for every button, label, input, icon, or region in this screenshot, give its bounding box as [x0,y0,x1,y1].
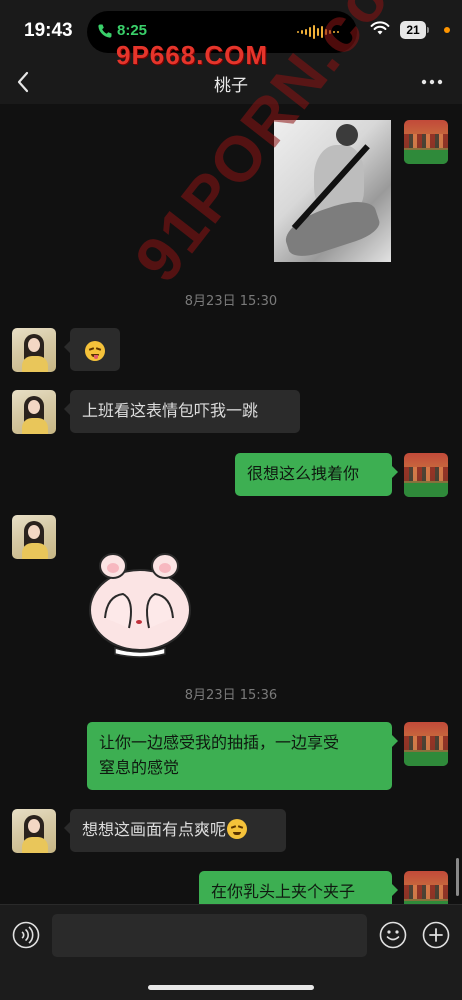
avatar-peer[interactable] [12,390,56,434]
message-text: 想想这画面有点爽呢 [82,820,227,839]
message-timestamp: 8月23日 15:36 [184,688,278,703]
privacy-indicator-dot [444,27,450,33]
avatar-crowd [404,134,448,148]
avatar-crowd [404,736,448,750]
phone-icon [98,24,112,38]
call-duration: 8:25 [117,22,148,39]
avatar-peer[interactable] [12,809,56,853]
avatar-grass [404,752,448,766]
message-input[interactable] [52,914,367,957]
home-indicator[interactable] [148,985,314,990]
bear-covering-face-sticker[interactable] [85,548,195,658]
drooling-face-emoji [85,341,105,361]
message-bubble-peer[interactable]: 想想这画面有点爽呢 [64,809,286,852]
chat-title: 桃子 [214,76,248,96]
avatar-peer[interactable] [12,515,56,559]
avatar-face [28,525,40,539]
message-bubble-peer[interactable]: 上班看这表情包吓我一跳 [64,390,300,433]
message-bubble-me[interactable]: 让你一边感受我的抽插，一边享受 窒息的感觉 [87,722,398,790]
avatar-me[interactable] [404,120,448,164]
plus-icon[interactable] [422,921,450,949]
message-line: 窒息的感觉 [99,758,180,777]
avatar-body [22,356,48,372]
chat-input-bar [0,904,462,1000]
avatar-grass [404,150,448,164]
message-bubble-peer[interactable] [64,328,120,371]
avatar-body [22,837,48,853]
avatar-peer[interactable] [12,328,56,372]
battery-indicator: 21 [400,21,426,39]
avatar-me[interactable] [404,453,448,497]
photo-hair [336,124,358,146]
watermark-text-top: 9P668.COM [116,40,269,70]
avatar-face [28,338,40,352]
battery-tip [427,27,429,33]
avatar-crowd [404,885,448,899]
avatar-me[interactable] [404,722,448,766]
flushed-face-emoji [227,819,248,839]
avatar-body [22,418,48,434]
more-options-icon[interactable] [420,72,444,92]
avatar-face [28,400,40,414]
status-time: 19:43 [24,20,73,41]
avatar-face [28,819,40,833]
avatar-crowd [404,467,448,481]
message-timestamp: 8月23日 15:30 [184,294,278,309]
avatar-body [22,543,48,559]
avatar-grass [404,483,448,497]
emoji-icon[interactable] [379,921,407,949]
voice-input-icon[interactable] [12,921,40,949]
message-line: 让你一边感受我的抽插，一边享受 [99,733,340,752]
scroll-indicator[interactable] [456,858,459,896]
message-bubble-me[interactable]: 很想这么拽着你 [235,453,398,496]
